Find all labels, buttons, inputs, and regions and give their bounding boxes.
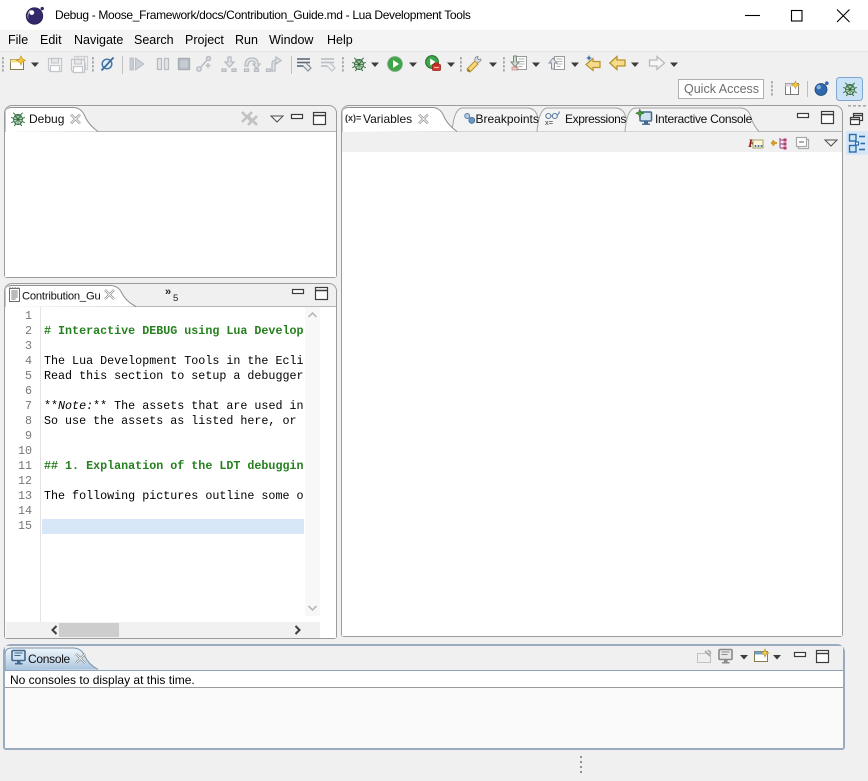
svg-text:Variables: Variables bbox=[363, 112, 412, 126]
svg-text:x=: x= bbox=[545, 118, 554, 127]
svg-text:Expressions: Expressions bbox=[565, 112, 626, 126]
svg-text:Contribution_Gu: Contribution_Gu bbox=[22, 291, 100, 303]
svg-text:»: » bbox=[165, 286, 171, 298]
svg-text:(x)=: (x)= bbox=[345, 113, 361, 123]
svg-text:Interactive Console: Interactive Console bbox=[655, 112, 753, 126]
svg-text:Breakpoints: Breakpoints bbox=[476, 112, 539, 126]
svg-text:5: 5 bbox=[173, 293, 178, 304]
svg-text:Debug: Debug bbox=[29, 112, 64, 126]
svg-text:Console: Console bbox=[28, 652, 71, 666]
